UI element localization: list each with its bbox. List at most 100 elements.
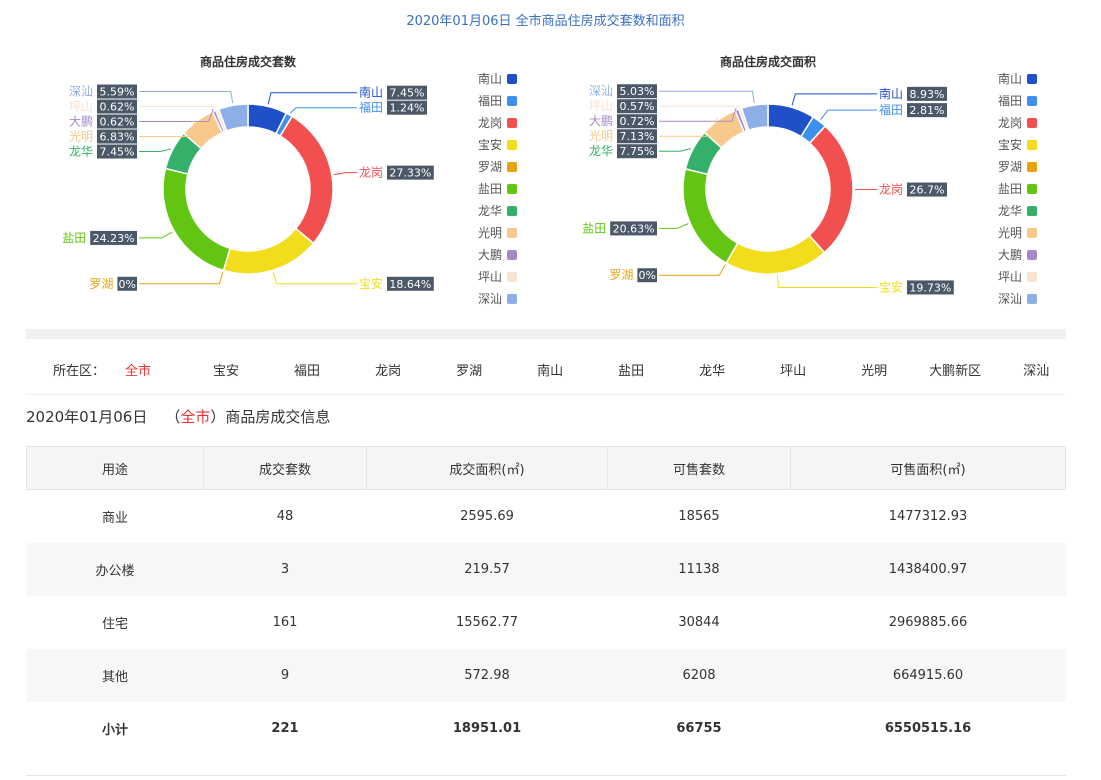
donut-slice[interactable] (279, 115, 334, 245)
legend-label[interactable]: 光明 (998, 226, 1022, 240)
district-tab-shenshan[interactable]: 深汕 (1017, 360, 1055, 379)
legend-swatch[interactable] (507, 272, 517, 282)
legend-label[interactable]: 福田 (478, 93, 502, 108)
legend-label[interactable]: 龙华 (478, 204, 502, 218)
legend-swatch[interactable] (507, 250, 517, 260)
cell-available-area: 1438400.97 (790, 543, 1066, 596)
district-tab-nanshan[interactable]: 南山 (531, 360, 569, 379)
slice-percent-label: 0.62% (100, 101, 135, 114)
district-tab-baoan[interactable]: 宝安 (207, 360, 245, 379)
slice-percent-label: 18.64% (389, 278, 431, 291)
cell-usage: 其他 (26, 649, 204, 702)
slice-name-label: 深汕 (589, 84, 613, 98)
donut-slice[interactable] (725, 234, 826, 275)
slice-name-label: 大鹏 (589, 114, 613, 128)
legend-label[interactable]: 大鹏 (478, 248, 502, 262)
cell-available-count: 6208 (607, 649, 791, 702)
info-date: 2020年01月06日 (26, 408, 148, 426)
district-tab-longgang[interactable]: 龙岗 (369, 360, 407, 379)
table-row: 其他 9 572.98 6208 664915.60 (26, 649, 1066, 702)
slice-name-label: 深汕 (69, 85, 93, 99)
legend-label[interactable]: 罗湖 (478, 159, 502, 174)
district-tab-luohu[interactable]: 罗湖 (450, 360, 488, 379)
cell-deal-count: 3 (203, 543, 367, 596)
district-tab-futian[interactable]: 福田 (288, 360, 326, 379)
slice-name-label: 大鹏 (69, 115, 93, 129)
legend-swatch[interactable] (1027, 228, 1037, 238)
slice-name-label: 盐田 (582, 221, 606, 235)
legend-label[interactable]: 深汕 (998, 292, 1022, 306)
section-divider (26, 329, 1066, 339)
legend-swatch[interactable] (1027, 250, 1037, 260)
legend-swatch[interactable] (1027, 184, 1037, 194)
legend-label[interactable]: 南山 (998, 71, 1022, 86)
legend-label[interactable]: 盐田 (478, 182, 502, 196)
table-total-row: 小计 221 18951.01 66755 6550515.16 (27, 702, 1066, 755)
cell-available-area: 1477312.93 (888, 509, 968, 524)
legend-label[interactable]: 盐田 (998, 182, 1022, 196)
legend-label[interactable]: 宝安 (478, 137, 502, 152)
cell-available-count: 18565 (678, 509, 720, 524)
legend-swatch[interactable] (1027, 74, 1037, 84)
legend-label[interactable]: 深汕 (478, 292, 502, 306)
label-leader-line (272, 272, 357, 285)
legend-swatch[interactable] (1027, 140, 1037, 150)
legend-swatch[interactable] (507, 74, 517, 84)
district-filter-label: 所在区： (53, 363, 106, 379)
district-tab-pingshan[interactable]: 坪山 (774, 360, 812, 379)
slice-name-label: 坪山 (69, 100, 93, 114)
cell-total-available-area: 6550515.16 (884, 721, 972, 736)
legend-swatch[interactable] (507, 140, 517, 150)
filter-divider (26, 394, 1066, 395)
legend-label[interactable]: 光明 (478, 226, 502, 240)
cell-deal-area: 15562.77 (455, 615, 519, 630)
legend-swatch[interactable] (507, 162, 517, 172)
slice-percent-label: 0.72% (620, 115, 655, 128)
slice-percent-label: 26.7% (910, 184, 945, 197)
donut-slice[interactable] (222, 227, 315, 275)
legend-swatch[interactable] (507, 118, 517, 128)
legend-label[interactable]: 罗湖 (998, 159, 1022, 174)
legend-swatch[interactable] (507, 96, 517, 106)
cell-deal-area: 2595.69 (460, 509, 514, 524)
legend-swatch[interactable] (1027, 294, 1037, 304)
district-tab-all[interactable]: 全市 (119, 360, 157, 379)
legend-swatch[interactable] (507, 184, 517, 194)
label-leader-line (139, 272, 224, 285)
slice-name-label: 福田 (879, 102, 903, 117)
legend-swatch[interactable] (1027, 206, 1037, 216)
legend-label[interactable]: 南山 (478, 71, 502, 86)
label-leader-line (659, 105, 740, 108)
table-bottom-divider (26, 775, 1066, 776)
legend-label[interactable]: 龙华 (998, 204, 1022, 218)
donut-slice[interactable] (808, 125, 854, 254)
legend-swatch[interactable] (1027, 96, 1037, 106)
slice-name-label: 光明 (589, 129, 613, 143)
label-leader-line (289, 107, 357, 114)
donut-slice[interactable] (682, 167, 739, 265)
label-leader-line (139, 231, 173, 239)
legend-swatch[interactable] (1027, 272, 1037, 282)
slice-name-label: 罗湖 (609, 267, 633, 282)
legend-label[interactable]: 坪山 (998, 270, 1022, 284)
legend-swatch[interactable] (507, 228, 517, 238)
donut-slice[interactable] (162, 167, 232, 272)
slice-percent-label: 7.45% (100, 146, 135, 159)
legend-label[interactable]: 龙岗 (998, 116, 1022, 130)
slice-percent-label: 5.59% (100, 86, 135, 99)
legend-swatch[interactable] (507, 294, 517, 304)
legend-label[interactable]: 宝安 (998, 137, 1022, 152)
district-tab-longhua[interactable]: 龙华 (693, 360, 731, 379)
district-tab-yantian[interactable]: 盐田 (612, 360, 650, 379)
legend-label[interactable]: 大鹏 (998, 248, 1022, 262)
legend-label[interactable]: 福田 (998, 93, 1022, 108)
legend-label[interactable]: 龙岗 (478, 116, 502, 130)
legend-label[interactable]: 坪山 (478, 270, 502, 284)
legend-swatch[interactable] (1027, 162, 1037, 172)
legend-swatch[interactable] (1027, 118, 1037, 128)
legend-swatch[interactable] (507, 206, 517, 216)
table-row: 办公楼 3 219.57 11138 1438400.97 (26, 543, 1066, 596)
district-tab-guangming[interactable]: 光明 (855, 360, 893, 379)
slice-name-label: 宝安 (879, 279, 903, 294)
district-tab-dapeng[interactable]: 大鹏新区 (923, 360, 987, 379)
